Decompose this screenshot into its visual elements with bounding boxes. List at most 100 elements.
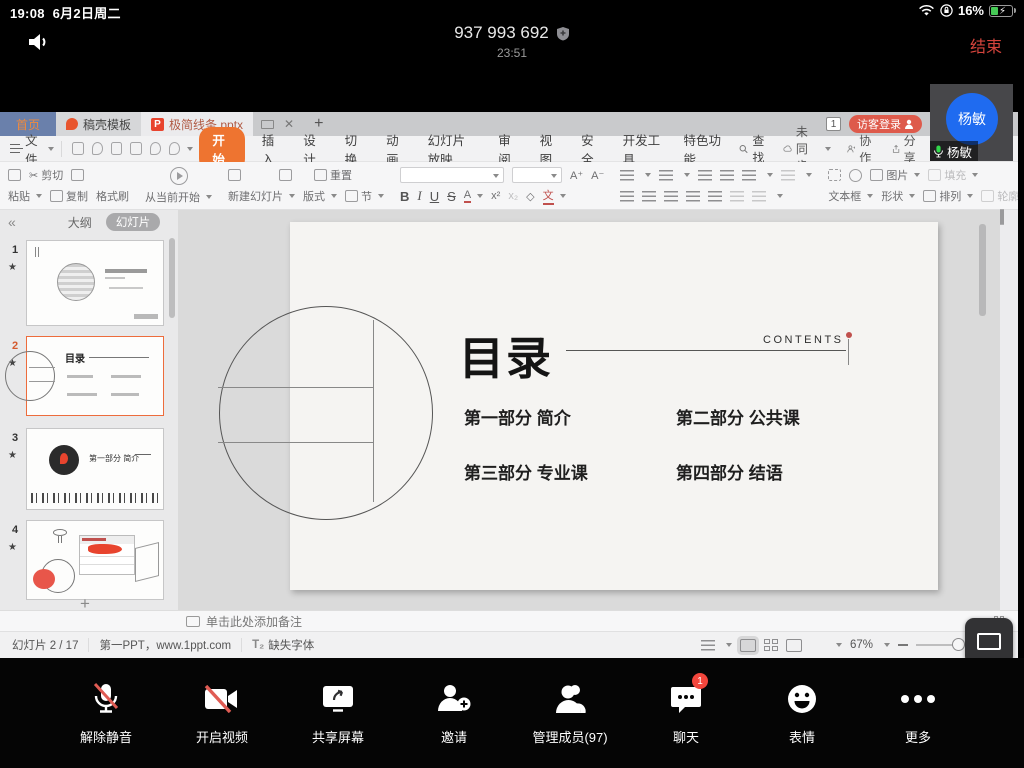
underline-button[interactable]: U xyxy=(430,189,439,204)
share-screen-button[interactable]: 共享屏幕 xyxy=(295,680,381,746)
zoom-slider-knob[interactable] xyxy=(952,638,965,651)
slides-tab[interactable]: 幻灯片 xyxy=(106,213,161,231)
zoom-level[interactable]: 67% xyxy=(850,639,873,651)
emoji-button[interactable]: 表情 xyxy=(759,680,845,746)
start-video-button[interactable]: 开启视频 xyxy=(179,680,265,746)
bullet-list-icon[interactable] xyxy=(620,170,634,181)
end-meeting-button[interactable]: 结束 xyxy=(970,33,1002,57)
slide-canvas[interactable]: 目录 CONTENTS 第一部分 简介 第二部分 公共课 第三部分 专业课 第四… xyxy=(178,210,1000,610)
notes-bar[interactable]: 单击此处添加备注 xyxy=(0,610,1018,631)
menu-find[interactable]: 查找 xyxy=(733,132,776,166)
numbered-list-icon[interactable] xyxy=(659,170,673,181)
missing-font[interactable]: 缺失字体 xyxy=(268,637,314,653)
sorter-view-icon[interactable] xyxy=(764,639,778,651)
increase-indent-icon[interactable] xyxy=(720,170,734,181)
chat-button[interactable]: 1 聊天 xyxy=(643,680,729,746)
slide-thumbnail-2[interactable]: 目录 xyxy=(26,336,164,416)
font-size-select[interactable] xyxy=(512,167,562,183)
layout-icon[interactable] xyxy=(279,169,292,181)
redo-icon[interactable] xyxy=(169,142,180,155)
undo-icon[interactable] xyxy=(150,142,161,155)
shapes-button[interactable]: 形状 xyxy=(881,188,915,204)
hamburger-icon[interactable] xyxy=(10,144,20,153)
clear-format-button[interactable]: ◇ xyxy=(526,190,534,203)
print-icon[interactable] xyxy=(111,142,122,155)
align-center-icon[interactable] xyxy=(642,191,656,202)
strikethrough-button[interactable]: S xyxy=(447,189,456,204)
zoom-preset-caret-icon[interactable] xyxy=(836,643,842,647)
arrange-button[interactable]: 排列 xyxy=(923,188,973,204)
preview-icon[interactable] xyxy=(130,142,141,155)
new-slide-icon[interactable] xyxy=(228,169,241,181)
participant-video-tile[interactable]: 杨敏 杨敏 xyxy=(930,84,1013,161)
outline-tab[interactable]: 大纲 xyxy=(68,214,92,231)
format-painter-icon[interactable] xyxy=(71,169,84,181)
copy-button[interactable]: 复制 xyxy=(50,188,88,204)
invite-button[interactable]: 邀请 xyxy=(411,680,497,746)
reading-view-icon[interactable] xyxy=(786,639,802,652)
output-icon[interactable] xyxy=(92,142,103,155)
slide-thumbnail-3[interactable]: 第一部分 简介 xyxy=(26,428,164,510)
justify-icon[interactable] xyxy=(686,191,700,202)
layout-button[interactable]: 版式 xyxy=(303,188,337,204)
fill-button[interactable]: 填充 xyxy=(928,167,978,183)
reset-button[interactable]: 重置 xyxy=(314,167,352,183)
copy-label: 复制 xyxy=(66,188,88,204)
panel-scrollbar[interactable] xyxy=(169,238,175,318)
collab-person-icon xyxy=(847,143,855,155)
text-direction-icon[interactable] xyxy=(742,170,756,181)
zoom-caret-icon[interactable] xyxy=(884,643,890,647)
slide-hline-2 xyxy=(218,442,374,443)
font-color-button[interactable]: A xyxy=(464,189,483,203)
picture-icon xyxy=(870,169,883,181)
columns-icon[interactable] xyxy=(730,191,744,202)
manage-members-button[interactable]: 管理成员(97) xyxy=(527,680,613,746)
notes-toggle-icon[interactable] xyxy=(701,640,715,651)
superscript-button[interactable]: x² xyxy=(491,190,500,202)
decrease-indent-icon[interactable] xyxy=(698,170,712,181)
collapse-panel-icon[interactable]: « xyxy=(8,214,16,230)
meeting-header: 937 993 692 23:51 结束 xyxy=(0,22,1024,66)
decrease-font-button[interactable]: A⁻ xyxy=(591,169,604,182)
font-name-select[interactable] xyxy=(400,167,504,183)
distribute-icon[interactable] xyxy=(708,191,722,202)
zoom-out-icon[interactable] xyxy=(898,644,908,646)
align-right-icon[interactable] xyxy=(664,191,678,202)
indent-more-icon[interactable] xyxy=(752,191,766,202)
increase-font-button[interactable]: A⁺ xyxy=(570,169,583,182)
unmute-button[interactable]: 解除静音 xyxy=(63,680,149,746)
file-caret-icon[interactable] xyxy=(48,147,54,151)
align-left-icon[interactable] xyxy=(620,191,634,202)
play-icon[interactable] xyxy=(170,167,188,185)
new-slide-button[interactable]: 新建幻灯片 xyxy=(228,188,295,204)
slide-thumbnail-4[interactable] xyxy=(26,520,164,600)
collab-button[interactable]: 协作 xyxy=(841,132,881,166)
picture-button[interactable]: 图片 xyxy=(870,167,920,183)
selection-pane-icon[interactable] xyxy=(1002,209,1004,225)
present-tab-icon[interactable] xyxy=(261,120,274,129)
share-button[interactable]: 分享 xyxy=(886,132,926,166)
format-painter-button[interactable]: 格式刷 xyxy=(96,188,129,204)
shield-icon[interactable] xyxy=(556,26,570,41)
slide-thumbnail-1[interactable] xyxy=(26,240,164,326)
bold-button[interactable]: B xyxy=(400,189,409,204)
normal-view-icon[interactable] xyxy=(740,639,756,652)
paste-button[interactable]: 粘贴 xyxy=(8,188,42,204)
textbox-icon[interactable] xyxy=(828,169,841,181)
paste-icon[interactable] xyxy=(8,169,21,181)
play-from-current-button[interactable]: 从当前开始 xyxy=(145,189,212,205)
quickbar-caret-icon[interactable] xyxy=(187,147,193,151)
more-button[interactable]: 更多 xyxy=(875,680,961,746)
section-button[interactable]: 节 xyxy=(345,188,384,204)
canvas-scrollbar[interactable] xyxy=(979,224,986,316)
shape-icon[interactable] xyxy=(849,169,862,182)
tab-templates[interactable]: 稿壳模板 xyxy=(56,112,141,136)
italic-button[interactable]: I xyxy=(417,188,421,204)
line-spacing-icon[interactable] xyxy=(781,170,795,181)
save-icon[interactable] xyxy=(72,142,83,155)
share-screen-icon xyxy=(321,684,355,714)
char-tool-button[interactable]: 文 xyxy=(543,187,566,205)
cut-button[interactable]: ✂ 剪切 xyxy=(29,167,63,183)
textbox-button[interactable]: 文本框 xyxy=(828,188,873,204)
subscript-button[interactable]: x₂ xyxy=(508,190,518,202)
